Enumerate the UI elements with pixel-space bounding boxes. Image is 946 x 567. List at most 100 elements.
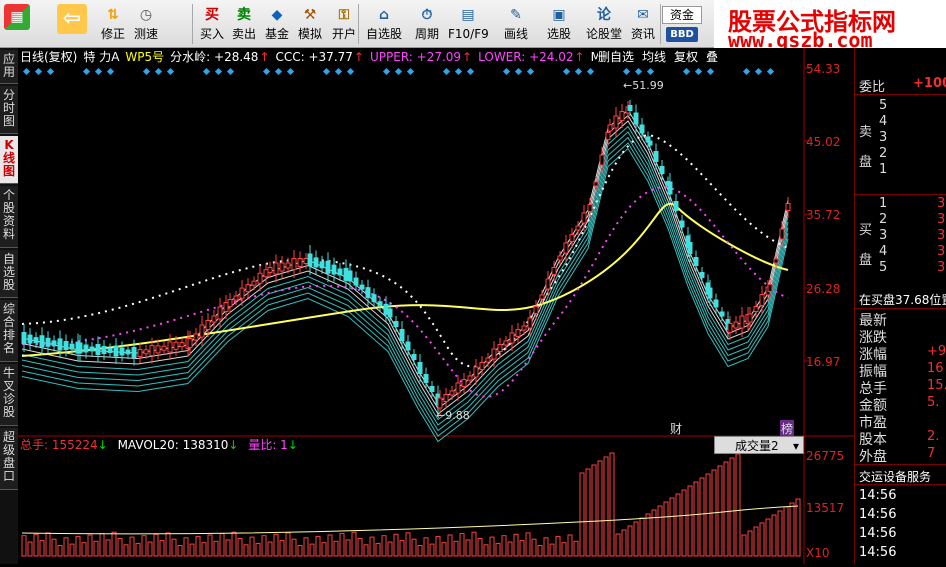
signal-marker: [766, 67, 775, 76]
indicator-name[interactable]: WP5号: [125, 50, 164, 64]
candle-body: [337, 268, 343, 276]
volume-info-bar: 总手: 155224↓ MAVOL20: 138310↓ 量比: 1↓: [20, 437, 298, 453]
high-price-value: 51.99: [632, 79, 664, 92]
chart-toggle-button[interactable]: 复权: [674, 50, 698, 64]
volume-bar: [87, 534, 93, 557]
candle-body: [107, 348, 113, 353]
side-tab-3[interactable]: 个股资料: [0, 186, 18, 248]
bbd-button[interactable]: BBD: [666, 27, 698, 42]
kline-chart-area[interactable]: [18, 48, 854, 564]
clock-icon: ◷: [139, 7, 153, 23]
volume-bar: [237, 538, 243, 557]
up-down-arrows-button[interactable]: ⇅ 修正: [98, 2, 128, 46]
rank-badge[interactable]: 榜: [780, 420, 795, 437]
hammer-button[interactable]: ⚒ 模拟: [294, 2, 326, 46]
select-stock-icon: ▣: [552, 7, 566, 23]
volume-bar: [513, 533, 519, 557]
candle-body: [759, 294, 765, 306]
volume-bar: [273, 533, 279, 557]
volume-bar: [681, 489, 687, 557]
fund-flow-button[interactable]: 资金: [662, 6, 702, 24]
chart-toggle-button[interactable]: 删自选: [598, 50, 634, 64]
chart-buttons: 删自选 均线 复权叠: [598, 49, 727, 65]
volume-bar: [717, 465, 723, 557]
side-tab-5[interactable]: 综合排名: [0, 300, 18, 362]
volume-bar: [579, 472, 585, 557]
signal-marker: [634, 67, 643, 76]
candle-body: [319, 261, 325, 269]
chart-toggle-button[interactable]: 叠: [706, 50, 718, 64]
candle-body: [593, 181, 599, 187]
fund-button[interactable]: ◆ 基金: [262, 2, 292, 46]
formula-name[interactable]: 特 力A: [83, 50, 119, 64]
candle-body: [131, 347, 137, 358]
forum-button[interactable]: 论论股堂: [584, 2, 624, 46]
pencil-button[interactable]: ✎ 画线: [496, 2, 536, 46]
volume-bar: [189, 543, 195, 557]
candle-body: [193, 333, 199, 341]
volume-bar: [741, 534, 747, 557]
volume-bar: [219, 533, 225, 557]
candle-body: [581, 212, 587, 224]
lock-button[interactable]: ⚿ 开户: [328, 2, 360, 46]
toolbar-button-label: 开户: [331, 27, 356, 41]
upper-dotted-line: [21, 134, 789, 368]
candle-body: [405, 341, 411, 351]
volume-indicator-select[interactable]: 成交量2 ▾: [714, 436, 804, 454]
candle-body: [21, 332, 27, 344]
signal-marker: [682, 67, 691, 76]
home-button[interactable]: ⌂ 自选股: [364, 2, 404, 46]
stat-value: 16: [927, 361, 944, 376]
news-button[interactable]: ✉ 资讯: [626, 2, 660, 46]
trend-ribbon-line: [21, 125, 789, 421]
volume-bar: [279, 540, 285, 557]
select-stock-button[interactable]: ▣ 选股: [540, 2, 578, 46]
sell-button[interactable]: 卖卖出: [228, 2, 260, 46]
toolbar-button-label: 基金: [264, 27, 289, 41]
back-arrow-button[interactable]: ⇦: [52, 2, 92, 46]
buy-button[interactable]: 买买入: [196, 2, 228, 46]
volume-bar: [45, 532, 51, 557]
period-button[interactable]: ⏱ 周期: [410, 2, 444, 46]
quote-panel: 委比 +100 卖盘 54321 买盘 1323334353 在买盘37.68位…: [854, 48, 946, 564]
candle-body: [767, 284, 773, 292]
toolbar-button-label: 买入: [199, 27, 224, 41]
signal-marker: [742, 67, 751, 76]
candle-body: [693, 257, 699, 266]
sell-level: 4: [879, 114, 888, 129]
trend-ribbon-line: [21, 131, 789, 426]
volume-bar: [285, 532, 291, 557]
volume-bar: [585, 468, 591, 557]
finance-badge[interactable]: 财: [670, 420, 682, 437]
signal-marker: [442, 67, 451, 76]
buy-level: 1: [879, 196, 888, 211]
signal-marker: [262, 67, 271, 76]
candle-body: [619, 111, 625, 121]
candle-body: [331, 264, 337, 275]
volume-bar: [333, 540, 339, 557]
side-tab-2[interactable]: K线图: [0, 136, 18, 184]
volume-bar: [783, 506, 789, 557]
volume-axis-label: X10: [806, 546, 830, 560]
side-tab-4[interactable]: 自选股: [0, 250, 18, 298]
chart-toggle-button[interactable]: 均线: [642, 50, 666, 64]
side-tab-7[interactable]: 超级盘口: [0, 428, 18, 490]
volume-bar: [381, 535, 387, 557]
volume-bar: [693, 481, 699, 557]
side-tab-6[interactable]: 牛叉诊股: [0, 364, 18, 426]
app-grid-icon: ▦: [4, 4, 30, 30]
side-tab-0[interactable]: 应用: [0, 50, 18, 84]
chart-canvas[interactable]: [18, 48, 854, 564]
period-label[interactable]: 日线(复权): [20, 50, 77, 64]
side-tab-1[interactable]: 分时图: [0, 86, 18, 134]
sector-name[interactable]: 交运设备服务: [859, 468, 931, 485]
app-grid-button[interactable]: ▦: [2, 2, 32, 46]
volume-total-arrow: ↓: [97, 438, 108, 452]
signal-marker: [226, 67, 235, 76]
candle-body: [653, 151, 659, 162]
volume-bar: [447, 534, 453, 557]
volume-bar: [465, 539, 471, 557]
clock-button[interactable]: ◷ 测速: [130, 2, 162, 46]
volume-bar: [177, 545, 183, 557]
f10-button[interactable]: ▤ F10/F9: [448, 2, 489, 46]
